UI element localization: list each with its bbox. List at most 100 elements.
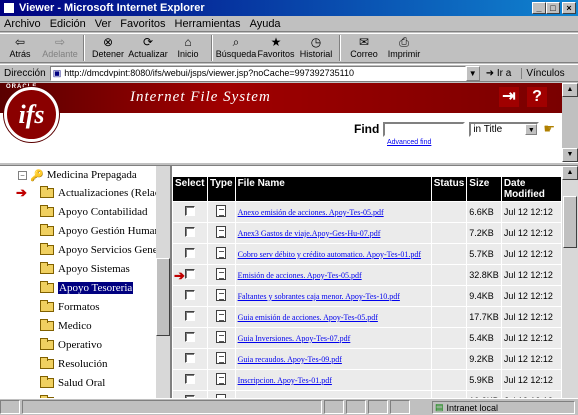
toolbar-button-label: Inicio <box>177 49 199 59</box>
forward-arrow-icon: ⇨ <box>54 35 66 49</box>
tree-item[interactable]: Operativo <box>40 336 102 354</box>
status-zone-label: Intranet local <box>446 402 499 413</box>
chevron-down-icon[interactable]: ▼ <box>525 123 538 135</box>
file-name-link[interactable]: Anex3 Gastos de viaje.Apoy-Ges-Hu-07.pdf <box>235 223 431 243</box>
tree-item[interactable]: Resolución <box>40 355 108 373</box>
toolbar-button[interactable]: ✉ Correo <box>344 34 384 59</box>
find-scope-select[interactable]: in Title ▼ <box>469 121 540 137</box>
pdf-document-icon[interactable] <box>216 247 227 259</box>
menu-item[interactable]: Favoritos <box>120 18 165 30</box>
column-header[interactable]: Select <box>173 177 207 201</box>
file-list-scrollbar[interactable]: ▲ <box>562 166 578 398</box>
tree-item[interactable]: Apoyo Gestión Human <box>40 222 156 240</box>
size-cell: 17.7KB <box>467 307 501 327</box>
file-name-link[interactable]: Inscripcion. Apoy-Tes-01.pdf <box>235 370 431 390</box>
pdf-document-icon[interactable] <box>216 205 227 217</box>
column-header[interactable]: Size <box>467 177 501 201</box>
pdf-document-icon[interactable] <box>216 310 227 322</box>
scroll-up-button[interactable]: ▲ <box>562 166 578 180</box>
tree-item[interactable]: Formatos <box>40 298 100 316</box>
file-name-link[interactable]: Inversiones. Apoy-Tes-07.pdf <box>235 391 431 398</box>
toolbar-button[interactable]: ★ Favoritos <box>256 34 296 59</box>
toolbar-separator <box>339 35 341 61</box>
size-cell: 10.3KB <box>467 391 501 398</box>
select-checkbox[interactable] <box>184 311 195 321</box>
menu-item[interactable]: Ayuda <box>250 18 281 30</box>
select-checkbox[interactable] <box>184 290 195 300</box>
toolbar-button[interactable]: ⊗ Detener <box>88 34 128 59</box>
tree-item-label: Apoyo Sistemas <box>58 263 130 275</box>
logout-icon[interactable]: ⇥ <box>499 87 519 107</box>
scroll-up-button[interactable]: ▲ <box>562 83 578 97</box>
toolbar-button[interactable]: ⇨ Adelante <box>40 34 80 59</box>
tree-scrollbar[interactable] <box>156 166 170 398</box>
tree-root[interactable]: − 🔑 Medicina Prepagada <box>18 166 137 184</box>
menu-item[interactable]: Herramientas <box>175 18 241 30</box>
toolbar-button[interactable]: ◷ Historial <box>296 34 336 59</box>
go-button[interactable]: ➜ Ir a <box>486 68 512 79</box>
toolbar-separator <box>83 35 85 61</box>
file-name-link[interactable]: Guia emisión de acciones. Apoy-Tes-05.pd… <box>235 307 431 327</box>
tree-item[interactable]: Salud Oral <box>40 374 105 392</box>
toolbar-button[interactable]: ⇦ Atrás <box>0 34 40 59</box>
select-checkbox[interactable] <box>184 353 195 363</box>
column-header[interactable]: Date Modified <box>501 177 561 201</box>
type-cell <box>207 202 235 222</box>
toolbar-button[interactable]: ⟳ Actualizar <box>128 34 168 59</box>
status-cell <box>431 391 467 398</box>
file-name-link[interactable]: Anexo emisión de acciones. Apoy-Tes-05.p… <box>235 202 431 222</box>
column-header[interactable]: File Name <box>235 177 431 201</box>
collapse-icon[interactable]: − <box>18 170 27 180</box>
file-name-link[interactable]: Guia recaudos. Apoy-Tes-09.pdf <box>235 349 431 369</box>
pdf-document-icon[interactable] <box>216 331 227 343</box>
select-checkbox[interactable] <box>184 269 195 279</box>
maximize-button[interactable]: □ <box>546 2 560 14</box>
table-row: Inscripcion. Apoy-Tes-01.pdf 5.9KB Jul 12 … <box>173 370 561 390</box>
links-button[interactable]: Vínculos <box>521 67 565 79</box>
select-checkbox[interactable] <box>184 206 195 216</box>
pdf-document-icon[interactable] <box>216 226 227 238</box>
pdf-document-icon[interactable] <box>216 268 227 280</box>
pdf-document-icon[interactable] <box>216 373 227 385</box>
tree-item[interactable]: Medico <box>40 317 92 335</box>
pdf-document-icon[interactable] <box>216 352 227 364</box>
find-go-icon[interactable]: ☛ <box>543 121 555 137</box>
toolbar-button[interactable]: ⌕ Búsqueda <box>216 34 257 60</box>
date-cell: Jul 12 12:12 <box>501 349 561 369</box>
tree-root-label: Medicina Prepagada <box>46 169 137 181</box>
column-header[interactable]: Status <box>431 177 467 201</box>
file-name-link[interactable]: Cobro serv débito y crédito automatico. … <box>235 244 431 264</box>
file-name-link[interactable]: Faltantes y sobrantes caja menor. Apoy-T… <box>235 286 431 306</box>
column-header[interactable]: Type <box>207 177 235 201</box>
tree-item[interactable]: Apoyo Servicios Gene <box>40 241 156 259</box>
find-input[interactable] <box>383 121 466 137</box>
file-list: Select Type File Name Status Size Date Modifi… <box>172 166 562 398</box>
tree-item[interactable]: Apoyo Sistemas <box>40 260 130 278</box>
menu-item[interactable]: Archivo <box>4 18 41 30</box>
tree-item[interactable]: Apoyo Contabilidad <box>40 203 148 221</box>
select-checkbox[interactable] <box>184 374 195 384</box>
pdf-document-icon[interactable] <box>216 289 227 301</box>
close-button[interactable]: × <box>562 2 576 14</box>
file-name-link[interactable]: Guia Inversiones. Apoy-Tes-07.pdf <box>235 328 431 348</box>
menu-item[interactable]: Edición <box>50 18 86 30</box>
address-dropdown-button[interactable]: ▼ <box>465 65 480 81</box>
address-input[interactable]: ▣ http://dmcdvpint:8080/ifs/webui/jsps/v… <box>49 65 466 81</box>
menu-item[interactable]: Ver <box>95 18 112 30</box>
select-checkbox[interactable] <box>184 332 195 342</box>
advanced-find-link[interactable]: Advanced find <box>387 139 431 146</box>
select-checkbox[interactable] <box>184 248 195 258</box>
header-scrollbar[interactable]: ▲ ▼ <box>562 83 578 162</box>
help-icon[interactable]: ? <box>527 87 547 107</box>
tree-scroll-thumb[interactable] <box>156 258 170 336</box>
tree-item[interactable]: Actualizaciones (Relac <box>40 184 156 202</box>
scroll-down-button[interactable]: ▼ <box>562 148 578 162</box>
select-checkbox[interactable] <box>184 227 195 237</box>
file-name-link[interactable]: Emisión de acciones. Apoy-Tes-05.pdf <box>235 265 431 285</box>
toolbar-button[interactable]: ⎙ Imprimir <box>384 34 424 60</box>
file-scroll-thumb[interactable] <box>563 196 577 248</box>
tree-item[interactable]: Apoyo Tesoreria <box>40 279 134 297</box>
toolbar-button[interactable]: ⌂ Inicio <box>168 34 208 59</box>
minimize-button[interactable]: _ <box>532 2 546 14</box>
toolbar-button-label: Historial <box>299 49 333 59</box>
